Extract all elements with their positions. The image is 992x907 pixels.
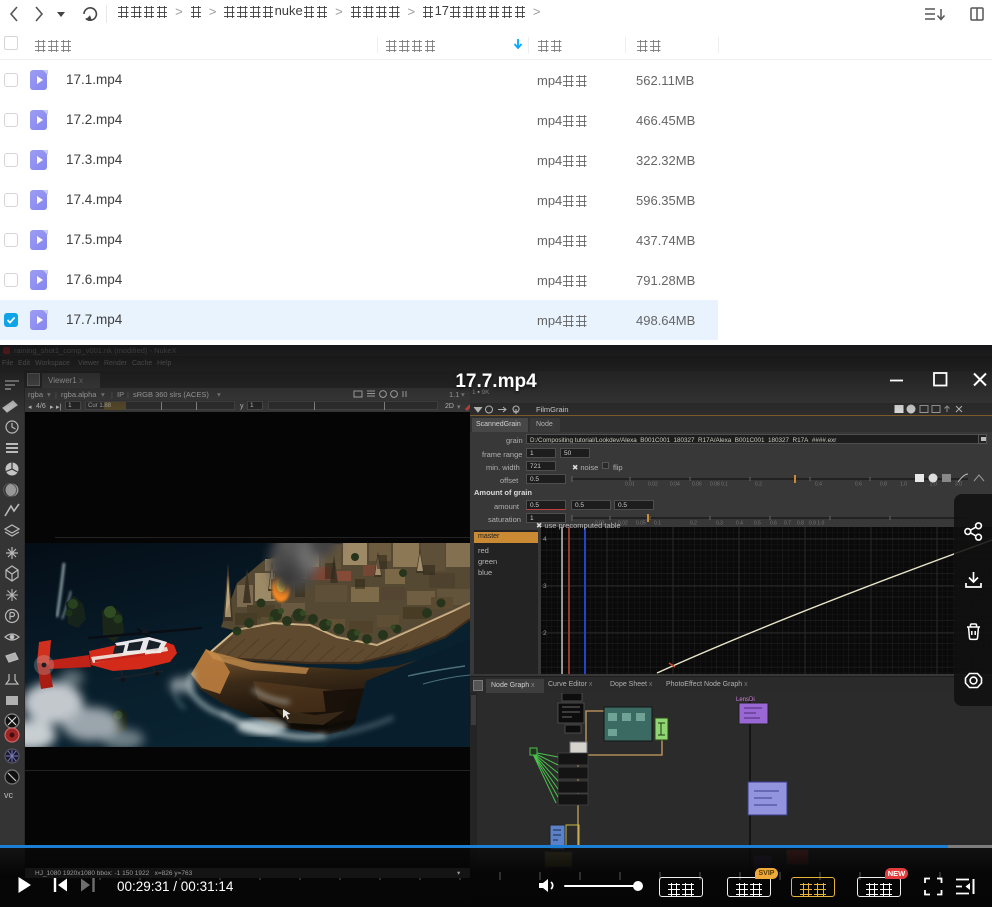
svg-text:0.06: 0.06 [692,482,702,487]
svg-text:0.6: 0.6 [770,521,777,526]
svg-text:1.0: 1.0 [900,482,907,487]
svg-text:0.02: 0.02 [648,482,658,487]
svg-text:0.2: 0.2 [690,521,697,526]
svg-text:0.8: 0.8 [880,482,887,487]
svg-text:0.4: 0.4 [815,482,822,487]
svg-text:0.5: 0.5 [754,521,761,526]
svg-text:0.05: 0.05 [636,521,646,526]
svg-text:0.01: 0.01 [625,482,635,487]
svg-text:0.4: 0.4 [736,521,743,526]
svg-text:0.8: 0.8 [797,521,804,526]
svg-text:0.2: 0.2 [755,482,762,487]
svg-text:0.3: 0.3 [716,521,723,526]
svg-text:0.7: 0.7 [784,521,791,526]
svg-text:0.6: 0.6 [855,482,862,487]
svg-text:vc: vc [4,790,14,800]
svg-text:0.08 0.1: 0.08 0.1 [710,482,728,487]
svg-text:3: 3 [543,583,547,590]
svg-text:LensDi: LensDi [736,697,755,703]
svg-text:0.1: 0.1 [654,521,661,526]
svg-text:2: 2 [543,630,547,637]
svg-text:0.04: 0.04 [670,482,680,487]
svg-text:0.9 1.0: 0.9 1.0 [809,521,825,526]
svg-text:4: 4 [543,536,547,543]
